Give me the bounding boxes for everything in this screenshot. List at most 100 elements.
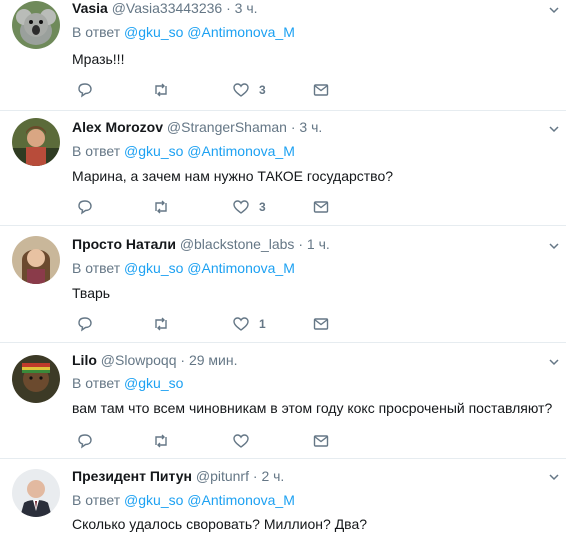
like-icon <box>233 200 249 214</box>
avatar[interactable] <box>12 236 60 284</box>
tweet-header: Alex Morozov @StrangerShaman · 3 ч. <box>72 119 322 135</box>
user-handle[interactable]: @Vasia33443236 <box>112 0 222 16</box>
user-name[interactable]: Lilo <box>72 352 97 368</box>
timestamp[interactable]: 29 мин. <box>189 352 238 368</box>
timestamp[interactable]: 2 ч. <box>261 468 284 484</box>
direct-message-icon <box>313 84 329 96</box>
mention-link[interactable]: @gku_so <box>124 24 183 40</box>
user-name[interactable]: Президент Питун <box>72 468 192 484</box>
mention-link[interactable]: @gku_so <box>124 492 183 508</box>
like-button[interactable]: 3 <box>232 197 266 217</box>
chevron-down-icon[interactable] <box>548 471 560 483</box>
chevron-down-icon[interactable] <box>548 240 560 252</box>
avatar[interactable] <box>12 118 60 166</box>
like-icon <box>233 317 249 331</box>
like-button[interactable] <box>232 431 259 451</box>
tweet-item[interactable]: Просто Натали @blackstone_labs · 1 ч. В … <box>0 226 566 343</box>
reply-icon <box>78 200 92 215</box>
mention-link[interactable]: @Antimonova_M <box>187 24 295 40</box>
like-count: 3 <box>259 200 266 214</box>
direct-message-button[interactable] <box>312 314 330 334</box>
like-count: 3 <box>259 83 266 97</box>
tweet-actions <box>72 431 352 451</box>
reply-prefix: В ответ <box>72 24 121 40</box>
retweet-icon <box>155 434 167 448</box>
mention-link[interactable]: @Antimonova_M <box>187 492 295 508</box>
retweet-icon <box>155 200 167 214</box>
separator-dot: · <box>180 352 186 368</box>
tweet-text: вам там что всем чиновникам в этом году … <box>72 400 553 416</box>
user-handle[interactable]: @pitunrf <box>196 468 249 484</box>
tweet-item[interactable]: Lilo @Slowpoqq · 29 мин. В ответ @gku_so… <box>0 343 566 459</box>
tweet-actions: 3 <box>72 197 352 217</box>
direct-message-icon <box>313 318 329 330</box>
mention-link[interactable]: @Antimonova_M <box>187 260 295 276</box>
like-button[interactable]: 1 <box>232 314 266 334</box>
separator-dot: · <box>290 119 296 135</box>
like-icon <box>233 434 249 448</box>
user-name[interactable]: Alex Morozov <box>72 119 163 135</box>
reply-icon <box>78 83 92 98</box>
reply-button[interactable] <box>76 314 94 334</box>
tweet-feed: Vasia @Vasia33443236 · 3 ч. В ответ @gku… <box>0 0 566 532</box>
chevron-down-icon[interactable] <box>548 4 560 16</box>
tweet-actions: 3 <box>72 80 352 100</box>
tweet-header: Vasia @Vasia33443236 · 3 ч. <box>72 0 258 16</box>
tweet-text: Тварь <box>72 285 111 301</box>
reply-button[interactable] <box>76 197 94 217</box>
mention-link[interactable]: @gku_so <box>124 143 183 159</box>
mention-link[interactable]: @Antimonova_M <box>187 143 295 159</box>
tweet-item[interactable]: Президент Питун @pitunrf · 2 ч. В ответ … <box>0 459 566 539</box>
tweet-text: Мразь!!! <box>72 51 125 67</box>
user-handle[interactable]: @StrangerShaman <box>167 119 287 135</box>
like-icon <box>233 83 249 97</box>
reply-icon <box>78 317 92 332</box>
direct-message-button[interactable] <box>312 80 330 100</box>
reply-prefix: В ответ <box>72 260 121 276</box>
tweet-item[interactable]: Vasia @Vasia33443236 · 3 ч. В ответ @gku… <box>0 0 566 111</box>
like-button[interactable]: 3 <box>232 80 266 100</box>
separator-dot: · <box>252 468 258 484</box>
tweet-actions: 1 <box>72 314 352 334</box>
tweet-header: Президент Питун @pitunrf · 2 ч. <box>72 468 284 484</box>
separator-dot: · <box>298 236 303 252</box>
reply-icon <box>78 434 92 449</box>
like-count: 1 <box>259 317 266 331</box>
separator-dot: · <box>226 0 231 16</box>
tweet-header: Lilo @Slowpoqq · 29 мин. <box>72 352 237 368</box>
tweet-header: Просто Натали @blackstone_labs · 1 ч. <box>72 236 330 252</box>
user-name[interactable]: Просто Натали <box>72 236 176 252</box>
mention-link[interactable]: @gku_so <box>124 260 183 276</box>
avatar[interactable] <box>12 469 60 517</box>
tweet-text: Марина, а зачем нам нужно ТАКОЕ государс… <box>72 168 394 184</box>
retweet-button[interactable] <box>152 431 170 451</box>
avatar[interactable] <box>12 1 60 49</box>
reply-button[interactable] <box>76 80 94 100</box>
direct-message-button[interactable] <box>312 431 330 451</box>
direct-message-icon <box>313 201 329 213</box>
avatar[interactable] <box>12 355 60 403</box>
tweet-item[interactable]: Alex Morozov @StrangerShaman · 3 ч. В от… <box>0 111 566 226</box>
reply-button[interactable] <box>76 431 94 451</box>
retweet-icon <box>155 83 167 97</box>
reply-context: В ответ @gku_so @Antimonova_M <box>72 260 295 276</box>
reply-context: В ответ @gku_so @Antimonova_M <box>72 492 295 508</box>
mention-link[interactable]: @gku_so <box>124 375 183 391</box>
user-handle[interactable]: @Slowpoqq <box>101 352 177 368</box>
timestamp[interactable]: 3 ч. <box>299 119 322 135</box>
retweet-button[interactable] <box>152 80 170 100</box>
chevron-down-icon[interactable] <box>548 123 560 135</box>
retweet-button[interactable] <box>152 197 170 217</box>
retweet-icon <box>155 317 167 331</box>
timestamp[interactable]: 3 ч. <box>235 0 258 16</box>
reply-prefix: В ответ <box>72 143 121 159</box>
chevron-down-icon[interactable] <box>548 356 560 368</box>
user-name[interactable]: Vasia <box>72 0 108 16</box>
tweet-text: Сколько удалось своровать? Миллион? Два? <box>72 516 368 532</box>
reply-context: В ответ @gku_so @Antimonova_M <box>72 143 295 159</box>
direct-message-button[interactable] <box>312 197 330 217</box>
reply-prefix: В ответ <box>72 375 121 391</box>
user-handle[interactable]: @blackstone_labs <box>180 236 295 252</box>
retweet-button[interactable] <box>152 314 170 334</box>
timestamp[interactable]: 1 ч. <box>307 236 330 252</box>
